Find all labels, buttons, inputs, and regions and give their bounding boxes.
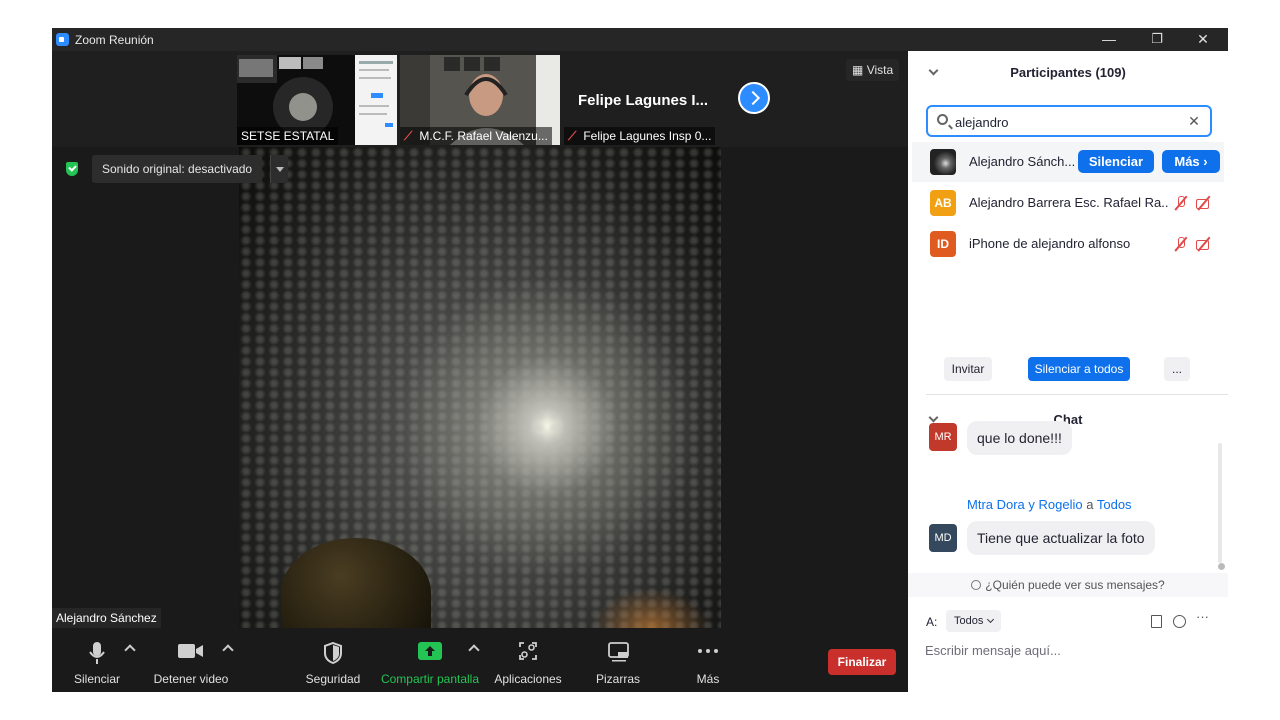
participant-search-box: ✕	[926, 105, 1212, 137]
microphone-icon	[89, 642, 105, 664]
share-screen-icon	[418, 642, 442, 660]
active-speaker-video	[239, 147, 721, 628]
whiteboard-icon	[608, 642, 629, 662]
person-icon	[971, 580, 982, 590]
chat-message: que lo done!!!	[967, 421, 1072, 455]
active-speaker-name: Alejandro Sánchez	[52, 608, 161, 629]
video-camera-icon	[178, 644, 203, 658]
file-icon[interactable]	[1151, 615, 1162, 628]
mic-muted-icon: ⟋	[568, 129, 577, 143]
chat-scroll-thumb[interactable]	[1218, 563, 1225, 570]
thumbnail-name: SETSE ESTATAL	[237, 127, 339, 145]
avatar: AB	[930, 190, 956, 216]
zoom-meeting-window: Zoom Reunión — ❐ ✕ SETSE ESTATAL ⟋ M.C.F…	[52, 28, 1228, 692]
chat-message-header: Mtra Dora y Rogelio a Todos	[967, 497, 1132, 512]
video-stage: SETSE ESTATAL ⟋ M.C.F. Rafael Valenzu...	[52, 51, 908, 692]
participant-row[interactable]: ID iPhone de alejandro alfonso	[912, 224, 1224, 264]
chat-more-icon[interactable]: ···	[1196, 609, 1209, 624]
minimize-button[interactable]: —	[1086, 28, 1132, 51]
shield-icon	[324, 642, 342, 664]
participant-row[interactable]: Alejandro Sánch... Silenciar Más ›	[912, 142, 1224, 182]
title-bar: Zoom Reunión — ❐ ✕	[52, 28, 1228, 51]
participant-name: Alejandro Barrera Esc. Rafael Ra...	[969, 195, 1169, 210]
restore-button[interactable]: ❐	[1134, 28, 1180, 51]
share-screen-button[interactable]: Compartir pantalla	[378, 628, 482, 692]
invite-button[interactable]: Invitar	[944, 357, 992, 381]
thumbnail-name: ⟋ Felipe Lagunes Insp 0...	[564, 127, 716, 145]
chevron-down-icon	[987, 615, 995, 624]
video-off-icon	[1196, 237, 1211, 251]
end-meeting-button[interactable]: Finalizar	[828, 649, 896, 675]
thumbnail-felipe-lagunes[interactable]: Felipe Lagunes I... ⟋ Felipe Lagunes Ins…	[564, 55, 724, 145]
mic-muted-icon	[1173, 237, 1188, 251]
clear-search-icon[interactable]: ✕	[1186, 112, 1202, 130]
chat-message: Tiene que actualizar la foto	[967, 521, 1155, 555]
search-icon	[937, 114, 948, 125]
participant-display-name: Felipe Lagunes I...	[578, 92, 709, 109]
message-recipient[interactable]: Todos	[1097, 497, 1132, 512]
recipient-label: A:	[926, 615, 938, 629]
participant-name: iPhone de alejandro alfonso	[969, 236, 1131, 251]
security-button[interactable]: Seguridad	[300, 628, 366, 692]
meeting-toolbar: Silenciar Detener video Seguridad Compar…	[52, 628, 908, 692]
participants-header: Participantes (109)	[908, 59, 1228, 87]
participant-search-input[interactable]	[955, 112, 1175, 132]
more-options-button[interactable]: ...	[1164, 357, 1190, 381]
apps-icon	[519, 642, 537, 660]
thumbnail-strip: SETSE ESTATAL ⟋ M.C.F. Rafael Valenzu...	[52, 51, 908, 147]
original-sound-label[interactable]: Sonido original: desactivado	[92, 155, 263, 183]
view-button[interactable]: ▦ Vista	[846, 59, 900, 81]
collapse-chat-chevron-icon[interactable]	[928, 412, 939, 423]
grid-icon: ▦	[852, 63, 864, 77]
next-page-arrow-icon[interactable]	[738, 82, 770, 114]
avatar: MR	[929, 423, 957, 451]
original-sound-dropdown-icon[interactable]	[270, 155, 288, 183]
video-off-icon	[1196, 196, 1211, 210]
mute-button[interactable]: Silenciar	[67, 628, 127, 692]
mic-muted-icon: ⟋	[404, 129, 413, 143]
thumbnail-setse-estatal[interactable]: SETSE ESTATAL	[237, 55, 397, 145]
whiteboards-button[interactable]: Pizarras	[588, 628, 648, 692]
participant-row[interactable]: AB Alejandro Barrera Esc. Rafael Ra...	[912, 183, 1224, 223]
window-title: Zoom Reunión	[75, 33, 154, 47]
mute-all-button[interactable]: Silenciar a todos	[1028, 357, 1130, 381]
avatar: ID	[930, 231, 956, 257]
chat-scrollbar[interactable]	[1218, 443, 1222, 563]
message-sender[interactable]: Mtra Dora y Rogelio	[967, 497, 1083, 512]
recipient-select[interactable]: Todos	[946, 610, 1002, 632]
more-participant-button[interactable]: Más ›	[1162, 150, 1220, 173]
more-dots-icon	[698, 649, 718, 653]
chat-message-input[interactable]	[925, 639, 1215, 661]
more-button[interactable]: Más	[682, 628, 734, 692]
mic-muted-icon	[1173, 196, 1188, 210]
thumbnail-rafael-valenzuela[interactable]: ⟋ M.C.F. Rafael Valenzu...	[400, 55, 560, 145]
collapse-participants-chevron-icon[interactable]	[928, 65, 939, 76]
apps-button[interactable]: Aplicaciones	[492, 628, 564, 692]
side-panel: Participantes (109) ✕ Alejandro Sánch...…	[908, 51, 1228, 692]
close-window-button[interactable]: ✕	[1180, 28, 1226, 51]
avatar	[930, 149, 956, 175]
thumbnail-name: ⟋ M.C.F. Rafael Valenzu...	[400, 127, 552, 145]
avatar: MD	[929, 524, 957, 552]
zoom-logo-icon	[56, 33, 69, 46]
security-shield-icon	[66, 162, 78, 176]
who-can-see-messages[interactable]: ¿Quién puede ver sus mensajes?	[908, 573, 1228, 597]
emoji-icon[interactable]	[1173, 615, 1186, 628]
mute-participant-button[interactable]: Silenciar	[1078, 150, 1154, 173]
stop-video-button[interactable]: Detener video	[148, 628, 234, 692]
participant-name: Alejandro Sánch...	[969, 154, 1076, 169]
